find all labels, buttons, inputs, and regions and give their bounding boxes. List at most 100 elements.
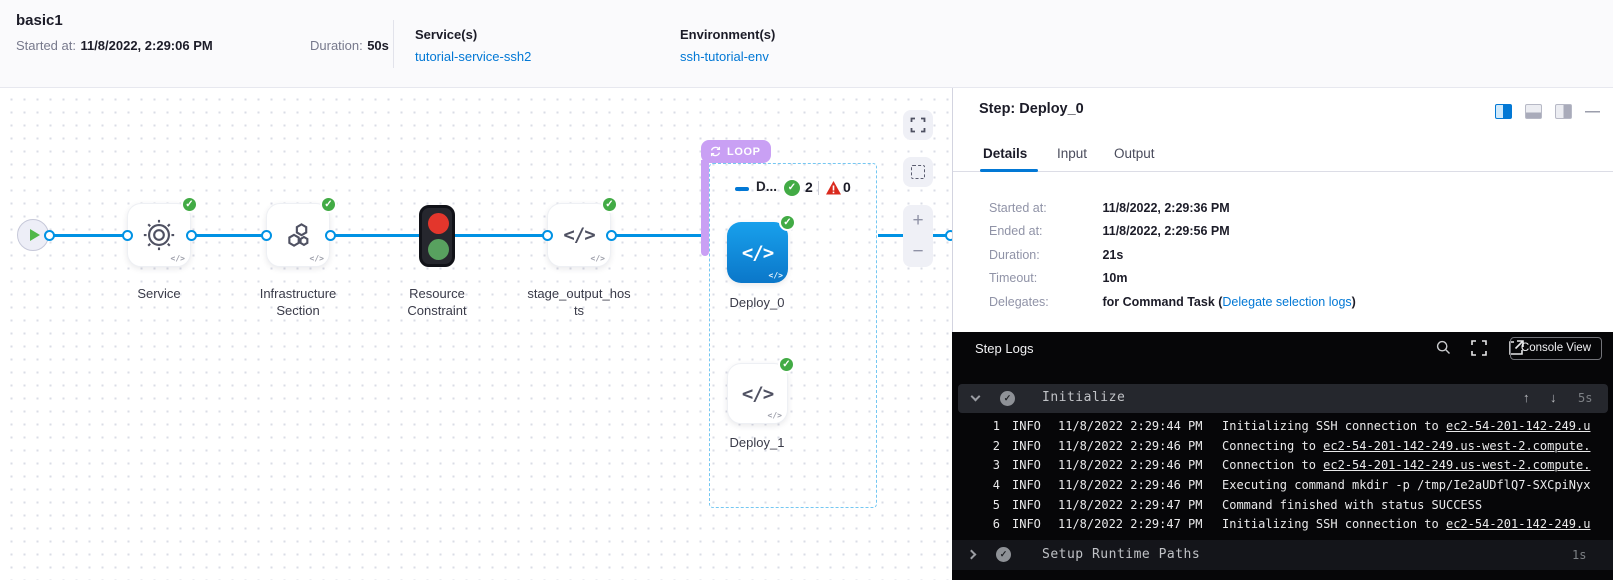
marquee-select-button[interactable] xyxy=(903,157,933,187)
active-tab-underline xyxy=(980,169,1038,172)
step-details-panel: Step: Deploy_0 — Details Input Output St… xyxy=(952,88,1613,332)
tabs-divider xyxy=(953,171,1613,172)
node-label-resource-constraint: Resource Constraint xyxy=(387,285,487,319)
step-title: Step: Deploy_0 xyxy=(979,101,1084,117)
step-logs-panel: Step Logs Console View ✓ Initialize ↑ ↓ … xyxy=(952,332,1613,580)
log-lines: 1INFO11/8/2022 2:29:44 PMInitializing SS… xyxy=(952,417,1613,535)
node-stage-output-hosts[interactable]: ✓ </> </> xyxy=(547,203,611,267)
minimize-icon[interactable]: — xyxy=(1585,104,1600,119)
execution-header: basic1 Started at: 11/8/2022, 2:29:06 PM… xyxy=(0,0,1613,88)
code-mini-icon: </> xyxy=(769,271,783,280)
expand-logs-icon[interactable] xyxy=(1470,339,1488,357)
detail-row: Timeout: 10m xyxy=(989,271,1128,285)
success-badge-icon: ✓ xyxy=(778,356,795,373)
loop-icon xyxy=(709,145,722,158)
code-mini-icon: </> xyxy=(310,254,324,263)
gear-icon xyxy=(142,218,176,252)
host-link[interactable]: ec2-54-201-142-249.us-west-2.compute. xyxy=(1323,439,1590,453)
host-link[interactable]: ec2-54-201-142-249.u xyxy=(1446,517,1591,531)
success-count-icon: ✓ xyxy=(784,180,800,196)
log-line: 5INFO11/8/2022 2:29:47 PMCommand finishe… xyxy=(952,496,1613,516)
layout-split-icon[interactable] xyxy=(1495,104,1512,119)
host-link[interactable]: ec2-54-201-142-249.us-west-2.compute. xyxy=(1323,458,1590,472)
log-group-initialize[interactable]: ✓ Initialize ↑ ↓ 5s xyxy=(958,384,1608,413)
loop-group-box xyxy=(709,163,877,508)
scroll-up-icon[interactable]: ↑ xyxy=(1523,390,1530,405)
edge xyxy=(455,234,547,237)
log-group-name: Initialize xyxy=(1042,390,1125,405)
host-link[interactable]: ec2-54-201-142-249.u xyxy=(1446,419,1591,433)
tab-details[interactable]: Details xyxy=(983,146,1027,161)
code-mini-icon: </> xyxy=(768,411,782,420)
log-group-setup-runtime-paths[interactable]: ✓ Setup Runtime Paths 1s xyxy=(952,540,1613,570)
red-light-icon xyxy=(428,213,449,234)
panel-layout-controls: — xyxy=(1495,104,1600,119)
fullscreen-icon xyxy=(910,117,926,133)
node-infrastructure[interactable]: ✓ </> xyxy=(266,203,330,267)
log-line: 2INFO11/8/2022 2:29:46 PMConnecting to e… xyxy=(952,437,1613,457)
log-line: 1INFO11/8/2022 2:29:44 PMInitializing SS… xyxy=(952,417,1613,437)
connector-port xyxy=(122,230,133,241)
pipeline-graph-canvas[interactable]: ✓ </> Service ✓ </> Infrastructure Secti… xyxy=(0,88,952,580)
code-icon: </> xyxy=(742,383,773,405)
group-success-icon: ✓ xyxy=(996,547,1011,562)
code-icon: </> xyxy=(742,242,773,264)
hexagons-icon xyxy=(281,218,315,252)
node-label-infrastructure: Infrastructure Section xyxy=(243,285,353,319)
detail-row: Duration: 21s xyxy=(989,248,1123,262)
log-group-name: Setup Runtime Paths xyxy=(1042,547,1200,562)
started-at: Started at: 11/8/2022, 2:29:06 PM xyxy=(16,37,213,55)
zoom-out-button[interactable]: − xyxy=(903,236,933,267)
node-service[interactable]: ✓ </> xyxy=(127,203,191,267)
green-light-icon xyxy=(428,239,449,260)
duration: Duration: 50s xyxy=(310,37,389,55)
code-icon: </> xyxy=(563,224,594,246)
layout-right-icon[interactable] xyxy=(1555,104,1572,119)
step-logs-title: Step Logs xyxy=(975,341,1034,356)
environment-link[interactable]: ssh-tutorial-env xyxy=(680,49,769,64)
success-badge-icon: ✓ xyxy=(601,196,618,213)
success-badge-icon: ✓ xyxy=(181,196,198,213)
delegate-selection-logs-link[interactable]: Delegate selection logs xyxy=(1222,295,1351,309)
edge xyxy=(611,234,701,237)
scroll-down-icon[interactable]: ↓ xyxy=(1550,390,1557,405)
pipeline-title: basic1 xyxy=(16,12,63,29)
node-resource-constraint[interactable] xyxy=(419,205,455,267)
group-success-icon: ✓ xyxy=(1000,391,1015,406)
loop-group-bar xyxy=(701,160,709,256)
connector-port xyxy=(325,230,336,241)
layout-bottom-icon[interactable] xyxy=(1525,104,1542,119)
zoom-in-button[interactable]: + xyxy=(903,205,933,236)
node-label-service: Service xyxy=(107,285,211,302)
header-divider xyxy=(393,20,394,68)
connector-port xyxy=(186,230,197,241)
node-deploy-1[interactable]: ✓ </> </> xyxy=(727,363,788,424)
count-divider xyxy=(818,181,819,195)
tab-input[interactable]: Input xyxy=(1057,146,1087,161)
node-deploy-0[interactable]: ✓ </> </> xyxy=(727,222,788,283)
code-mini-icon: </> xyxy=(171,254,185,263)
connector-port xyxy=(261,230,272,241)
detail-row-delegates: Delegates: for Command Task (Delegate se… xyxy=(989,295,1356,309)
collapse-group-button[interactable] xyxy=(735,187,749,191)
search-icon[interactable] xyxy=(1435,339,1452,356)
edge xyxy=(330,234,419,237)
service-link[interactable]: tutorial-service-ssh2 xyxy=(415,49,531,64)
log-line: 4INFO11/8/2022 2:29:46 PMExecuting comma… xyxy=(952,476,1613,496)
chevron-down-icon[interactable] xyxy=(971,392,981,402)
services-label: Service(s) xyxy=(415,27,477,42)
loop-badge[interactable]: LOOP xyxy=(701,140,771,163)
tab-output[interactable]: Output xyxy=(1114,146,1155,161)
code-mini-icon: </> xyxy=(591,254,605,263)
success-badge-icon: ✓ xyxy=(779,214,796,231)
connector-port xyxy=(542,230,553,241)
log-group-duration: 5s xyxy=(1578,391,1592,405)
console-view-button[interactable]: Console View xyxy=(1510,337,1602,360)
chevron-right-icon[interactable] xyxy=(967,550,977,560)
marquee-icon xyxy=(911,165,925,179)
detail-row: Started at: 11/8/2022, 2:29:36 PM xyxy=(989,201,1230,215)
fit-view-button[interactable] xyxy=(903,110,933,140)
connector-port xyxy=(945,230,953,241)
edge xyxy=(49,234,127,237)
zoom-controls: + − xyxy=(903,205,933,267)
